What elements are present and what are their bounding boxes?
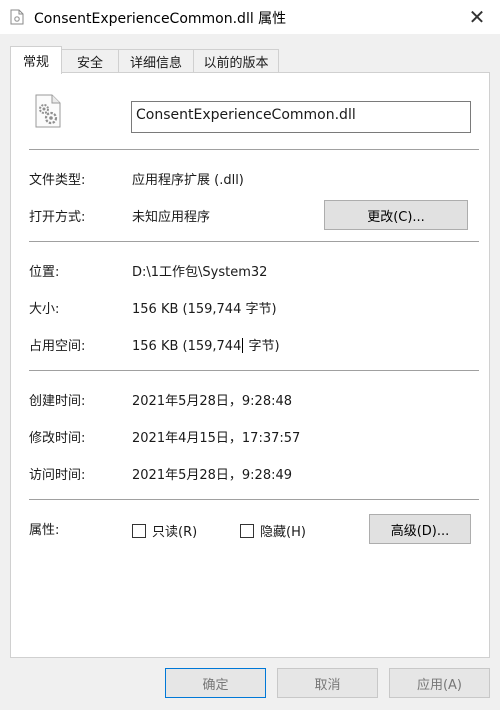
size-on-disk-unit: 字节) [248, 339, 280, 354]
type-label: 文件类型: [29, 173, 86, 188]
title-bar: ConsentExperienceCommon.dll 属性 ✕ [0, 0, 500, 34]
tab-previous-versions[interactable]: 以前的版本 [193, 49, 279, 73]
change-button[interactable]: 更改(C)... [324, 200, 468, 230]
file-name-field[interactable]: ConsentExperienceCommon.dll [131, 101, 471, 133]
size-on-disk-number: 156 KB (159,744 [132, 339, 242, 354]
file-icon [10, 9, 24, 25]
accessed-label: 访问时间: [29, 468, 86, 483]
checkbox-box[interactable] [240, 523, 254, 538]
size-on-disk-value: 156 KB (159,744 字节) [132, 335, 280, 354]
close-button[interactable]: ✕ [466, 5, 488, 29]
general-panel: ConsentExperienceCommon.dll 文件类型: 应用程序扩展… [10, 72, 490, 658]
location-value: D:\1工作包\System32 [132, 265, 268, 280]
created-value: 2021年5月28日，9:28:48 [132, 394, 293, 409]
dll-gear-file-icon [35, 94, 61, 128]
apply-button[interactable]: 应用(A) [389, 668, 490, 698]
opens-with-label: 打开方式: [29, 210, 86, 225]
divider [29, 149, 479, 150]
created-label: 创建时间: [29, 394, 86, 409]
tab-general[interactable]: 常规 [10, 46, 62, 74]
tab-security[interactable]: 安全 [61, 49, 119, 73]
attributes-label: 属性: [29, 523, 60, 538]
checkbox-box[interactable] [132, 523, 146, 538]
text-caret [242, 338, 244, 353]
cancel-button[interactable]: 取消 [277, 668, 378, 698]
advanced-button[interactable]: 高级(D)... [369, 514, 471, 544]
close-icon: ✕ [468, 5, 486, 29]
readonly-checkbox[interactable]: 只读(R) [132, 521, 197, 540]
modified-value: 2021年4月15日，17:37:57 [132, 431, 301, 446]
opens-with-value: 未知应用程序 [132, 210, 211, 225]
window-title: ConsentExperienceCommon.dll 属性 [34, 11, 287, 27]
accessed-value: 2021年5月28日，9:28:49 [132, 468, 293, 483]
size-on-disk-label: 占用空间: [29, 339, 86, 354]
type-value: 应用程序扩展 (.dll) [132, 173, 244, 188]
ok-button[interactable]: 确定 [165, 668, 266, 698]
readonly-label: 只读(R) [152, 525, 198, 540]
tab-details[interactable]: 详细信息 [118, 49, 194, 73]
divider [29, 499, 479, 500]
hidden-checkbox[interactable]: 隐藏(H) [240, 521, 306, 540]
size-label: 大小: [29, 302, 60, 317]
location-label: 位置: [29, 265, 60, 280]
hidden-label: 隐藏(H) [260, 525, 306, 540]
size-value: 156 KB (159,744 字节) [132, 302, 277, 317]
divider [29, 241, 479, 242]
divider [29, 370, 479, 371]
modified-label: 修改时间: [29, 431, 86, 446]
